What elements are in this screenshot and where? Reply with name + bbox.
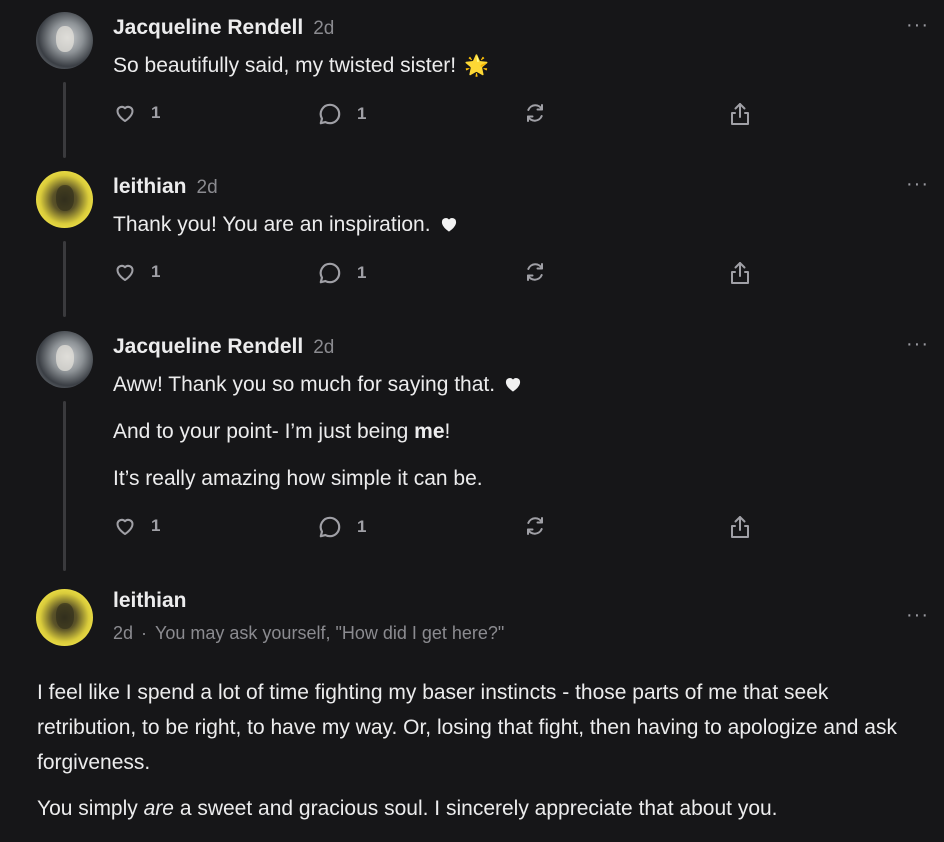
avatar[interactable] [36, 12, 93, 69]
comment-body: Aww! Thank you so much for saying that. … [113, 371, 523, 512]
comment-actions: 1 1 [113, 101, 773, 129]
comment-icon [319, 262, 341, 284]
author-subtitle: You may ask yourself, "How did I get her… [155, 623, 505, 643]
comment-author[interactable]: leithian 2d [113, 175, 218, 199]
restack-icon [527, 104, 543, 122]
heart-icon [116, 518, 134, 535]
comment-text: Aww! Thank you so much for saying that. [113, 373, 496, 396]
more-icon[interactable]: ··· [906, 14, 929, 37]
avatar[interactable] [36, 171, 93, 228]
reply-count: 1 [357, 104, 367, 123]
reply-count: 1 [357, 263, 367, 282]
like-button[interactable]: 1 [113, 101, 160, 125]
comment-body: Thank you! You are an inspiration. [113, 211, 459, 239]
comment-thread: Jacqueline Rendell 2d ··· So beautifully … [0, 0, 944, 842]
comment-time[interactable]: 2d [113, 623, 133, 643]
comment-text: Thank you! You are an inspiration. [113, 213, 431, 236]
share-icon [731, 516, 749, 538]
like-count: 1 [151, 516, 161, 535]
thread-line [63, 82, 66, 158]
comment-text: It’s really amazing how simple it can be… [113, 467, 483, 490]
comment-time[interactable]: 2d [197, 177, 218, 198]
bold-text: me [414, 420, 445, 443]
restack-button[interactable] [523, 514, 547, 538]
comment-author[interactable]: Jacqueline Rendell 2d [113, 16, 334, 40]
comment-text: So beautifully said, my twisted sister! [113, 54, 457, 77]
restack-button[interactable] [523, 101, 547, 125]
avatar[interactable] [36, 589, 93, 646]
avatar-face [56, 345, 74, 371]
comment-text: ! [444, 420, 451, 443]
more-icon[interactable]: ··· [906, 173, 929, 196]
reply-button[interactable]: 1 [317, 514, 366, 540]
avatar-face [56, 26, 74, 52]
like-count: 1 [151, 103, 161, 122]
restack-icon [527, 263, 543, 281]
more-icon[interactable]: ··· [906, 604, 929, 627]
comment-paragraph: I feel like I spend a lot of time fighti… [37, 681, 897, 774]
author-name[interactable]: Jacqueline Rendell [113, 335, 303, 358]
restack-button[interactable] [523, 260, 547, 284]
avatar-face [56, 603, 74, 629]
reply-count: 1 [357, 517, 367, 536]
comment-time[interactable]: 2d [313, 337, 334, 358]
comment-body: So beautifully said, my twisted sister! 🌟 [113, 52, 489, 80]
heart-icon [116, 105, 134, 122]
share-icon [731, 103, 749, 125]
like-button[interactable]: 1 [113, 260, 160, 284]
separator-dot: · [141, 623, 148, 643]
thread-line [63, 401, 66, 571]
like-count: 1 [151, 262, 161, 281]
thread-line [63, 241, 66, 317]
star-emoji-icon: 🌟 [464, 55, 490, 77]
share-icon [731, 262, 749, 284]
comment-meta: 2d · You may ask yourself, "How did I get … [113, 623, 504, 644]
more-icon[interactable]: ··· [906, 333, 929, 356]
comment-author[interactable]: leithian [113, 589, 187, 613]
comment-text: And to your point- I’m just being [113, 420, 415, 443]
comment-paragraph: And to your point- I’m just being me! [113, 418, 523, 446]
reply-button[interactable]: 1 [317, 101, 366, 127]
author-name[interactable]: leithian [113, 589, 187, 612]
avatar[interactable] [36, 331, 93, 388]
author-name[interactable]: Jacqueline Rendell [113, 16, 303, 39]
comment-icon [319, 516, 341, 538]
reply-button[interactable]: 1 [317, 260, 366, 286]
restack-icon [527, 517, 543, 535]
comment-text: a sweet and gracious soul. I sincerely a… [173, 797, 778, 820]
like-button[interactable]: 1 [113, 514, 160, 538]
comment-body: I feel like I spend a lot of time fighti… [37, 675, 917, 837]
share-button[interactable] [728, 260, 752, 286]
comment-actions: 1 1 [113, 260, 773, 288]
comment-time[interactable]: 2d [313, 18, 334, 39]
italic-text: are [143, 797, 174, 820]
comment-author[interactable]: Jacqueline Rendell 2d [113, 335, 334, 359]
comment-actions: 1 1 [113, 514, 773, 542]
comment-paragraph: Aww! Thank you so much for saying that. [113, 371, 523, 399]
heart-icon [116, 264, 134, 281]
comment-text: You simply [37, 797, 144, 820]
author-name[interactable]: leithian [113, 175, 187, 198]
white-heart-emoji-icon [506, 378, 521, 392]
share-button[interactable] [728, 514, 752, 540]
white-heart-emoji-icon [441, 218, 456, 232]
comment-icon [319, 103, 341, 125]
comment-paragraph: You simply are a sweet and gracious soul… [37, 791, 917, 826]
share-button[interactable] [728, 101, 752, 127]
comment-paragraph: It’s really amazing how simple it can be… [113, 465, 523, 493]
avatar-face [56, 185, 74, 211]
